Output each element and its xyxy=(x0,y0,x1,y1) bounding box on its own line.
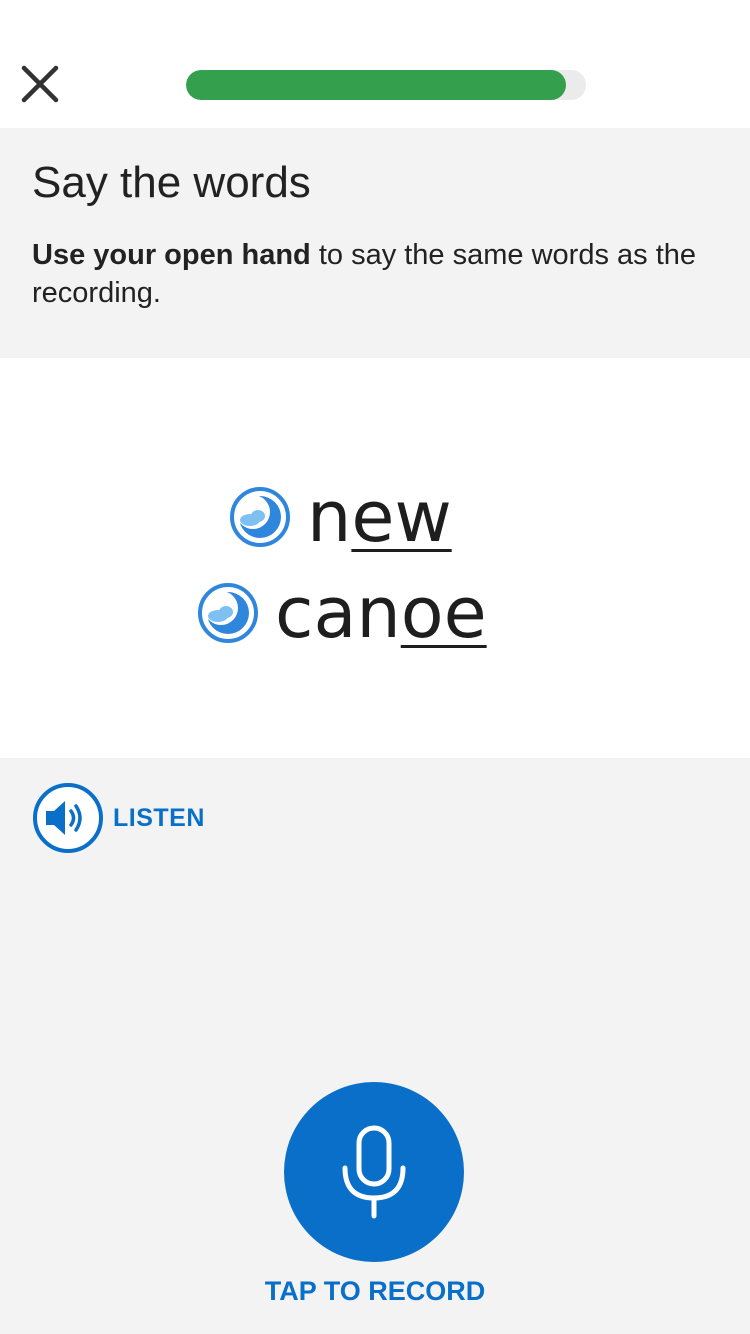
microphone-icon[interactable] xyxy=(339,1122,409,1222)
record-label[interactable]: TAP TO RECORD xyxy=(0,1276,750,1307)
lesson-progress-bar xyxy=(186,70,586,100)
word-text: new xyxy=(307,472,452,562)
top-bar xyxy=(0,0,750,128)
moon-cloud-icon xyxy=(230,487,290,547)
instruction-text: Use your open hand to say the same words… xyxy=(32,236,732,312)
word-plain-part: can xyxy=(275,572,401,654)
word-underlined-part: ew xyxy=(351,476,452,558)
close-button[interactable] xyxy=(16,60,64,108)
moon-cloud-icon xyxy=(198,583,258,643)
lesson-progress-fill xyxy=(186,70,566,100)
listen-button[interactable]: LISTEN xyxy=(32,782,205,854)
word-item: new xyxy=(229,472,452,562)
word-plain-part: n xyxy=(307,476,352,558)
speaker-icon[interactable] xyxy=(32,782,104,854)
instruction-bold-text: Use your open hand xyxy=(32,239,311,271)
word-text: canoe xyxy=(275,568,487,658)
listen-label[interactable]: LISTEN xyxy=(113,804,205,833)
close-icon[interactable] xyxy=(16,60,64,108)
record-button[interactable] xyxy=(284,1082,464,1262)
word-item: canoe xyxy=(197,568,487,658)
word-underlined-part: oe xyxy=(400,572,487,654)
page-title: Say the words xyxy=(32,158,311,207)
